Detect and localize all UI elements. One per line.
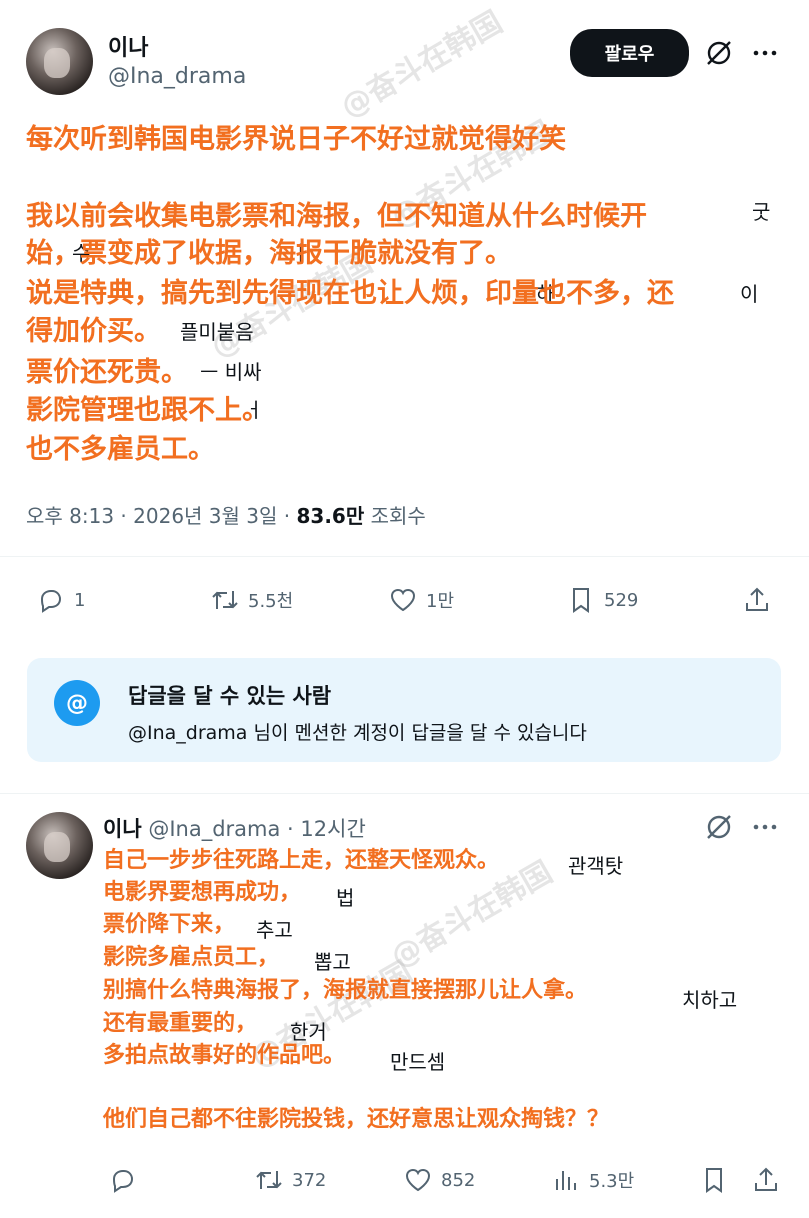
underlying-text: 이: [740, 282, 759, 306]
reply-author-name[interactable]: 이나: [103, 817, 142, 841]
reply-like-button[interactable]: 852: [403, 1165, 475, 1195]
reply-text-line: 还有最重要的，: [103, 1011, 258, 1036]
like-count: 1만: [426, 591, 455, 612]
reply-avatar[interactable]: [26, 812, 93, 879]
analytics-icon: [556, 1171, 576, 1190]
views-label: 조회수: [370, 504, 426, 528]
watermark: @奋斗在韩国: [335, 4, 509, 126]
tweet-text-line: 我以前会收集电影票和海报，但不知道从什么时候开: [26, 201, 647, 232]
mention-icon: @: [54, 680, 100, 726]
reply-button[interactable]: 1: [36, 585, 85, 615]
tweet-date[interactable]: 2026년 3월 3일: [133, 504, 277, 528]
tweet-meta: 오후 8:13 · 2026년 3월 3일 · 83.6만 조회수: [26, 504, 426, 528]
underlying-text: 치하고: [682, 988, 738, 1012]
reply-retweet-count: 372: [292, 1169, 327, 1191]
reply-permission-desc: @Ina_drama 님이 멘션한 계정이 답글을 달 수 있습니다: [128, 722, 587, 744]
views-count: 83.6만: [296, 504, 365, 528]
reply-text-line: 自己一步步往死路上走，还整天怪观众。: [103, 848, 500, 873]
avatar[interactable]: [26, 28, 93, 95]
bookmark-icon: [573, 588, 589, 613]
reply-more-options-icon[interactable]: [750, 812, 780, 846]
retweet-icon: [256, 1171, 282, 1189]
reply-text-line: 多拍点故事好的作品吧。: [103, 1043, 346, 1068]
underlying-text: ㅡ 비싸: [200, 360, 262, 384]
reply-time[interactable]: · 12시간: [287, 817, 366, 841]
reply-views-button[interactable]: 5.3만: [551, 1165, 634, 1195]
divider: [0, 556, 809, 557]
underlying-text: 법: [336, 886, 355, 910]
reply-permission-box: @ 답글을 달 수 있는 사람 @Ina_drama 님이 멘션한 계정이 답글…: [27, 658, 781, 762]
author-name[interactable]: 이나: [108, 30, 148, 62]
tweet-text-line: 每次听到韩国电影界说日子不好过就觉得好笑: [26, 124, 566, 155]
reply-text-line: 票价降下来，: [103, 912, 236, 937]
like-button[interactable]: 1만: [388, 585, 454, 615]
reply-reply-button[interactable]: [108, 1165, 146, 1195]
underlying-text: 추고: [256, 918, 293, 942]
reply-text-line: 电影界要想再成功，: [103, 880, 302, 905]
reply-like-count: 852: [441, 1169, 476, 1191]
reply-text-line: 他们自己都不往影院投钱，还好意思让观众掏钱？？: [103, 1107, 610, 1132]
reply-text-line: 影院多雇点员工，: [103, 945, 280, 970]
more-options-icon[interactable]: [750, 38, 780, 72]
reply-permission-title: 답글을 달 수 있는 사람: [128, 684, 332, 708]
follow-button[interactable]: 팔로우: [570, 29, 689, 77]
bookmark-icon: [706, 1168, 722, 1193]
retweet-icon: [212, 591, 238, 609]
tweet-time[interactable]: 오후 8:13: [26, 504, 114, 528]
reply-retweet-button[interactable]: 372: [254, 1165, 326, 1195]
underlying-text: 관객탓: [568, 854, 624, 878]
divider: [0, 793, 809, 794]
tweet-text-line: 票价还死贵。: [26, 357, 188, 388]
reply-grok-icon[interactable]: [704, 812, 734, 846]
reply-bookmark-button[interactable]: [699, 1165, 729, 1195]
reply-icon: [112, 1170, 134, 1193]
heart-icon: [405, 1168, 431, 1192]
bookmark-count: 529: [604, 589, 639, 611]
tweet-text-line: 说是特典，搞先到先得现在也让人烦，印量也不多，还: [26, 278, 674, 309]
tweet-text-line: 也不多雇员工。: [26, 434, 215, 465]
share-button[interactable]: [742, 585, 772, 615]
heart-icon: [390, 588, 416, 612]
reply-header: 이나 @Ina_drama · 12시간: [103, 813, 366, 843]
tweet-text-line: 得加价买。: [26, 316, 161, 347]
reply-views-count: 5.3만: [589, 1171, 635, 1192]
underlying-text: 굿: [752, 200, 771, 224]
share-icon: [746, 587, 768, 611]
share-icon: [755, 1167, 777, 1191]
grok-icon[interactable]: [704, 38, 734, 72]
reply-icon: [40, 590, 62, 613]
author-handle[interactable]: @Ina_drama: [108, 64, 246, 89]
reply-share-button[interactable]: [751, 1165, 781, 1195]
retweet-button[interactable]: 5.5천: [210, 585, 293, 615]
underlying-text: 뽑고: [314, 950, 351, 974]
underlying-text: 만드셈: [390, 1050, 446, 1074]
reply-author-handle[interactable]: @Ina_drama: [148, 817, 280, 841]
tweet-text-line: 始，票变成了收据，海报干脆就没有了。: [26, 238, 512, 269]
tweet-text-line: 影院管理也跟不上。: [26, 395, 269, 426]
bookmark-button[interactable]: 529: [566, 585, 638, 615]
reply-text-line: 别搞什么特典海报了，海报就直接摆那儿让人拿。: [103, 978, 588, 1003]
reply-count: 1: [74, 589, 86, 611]
underlying-text: 플미붙음: [180, 320, 254, 344]
retweet-count: 5.5천: [248, 591, 294, 612]
